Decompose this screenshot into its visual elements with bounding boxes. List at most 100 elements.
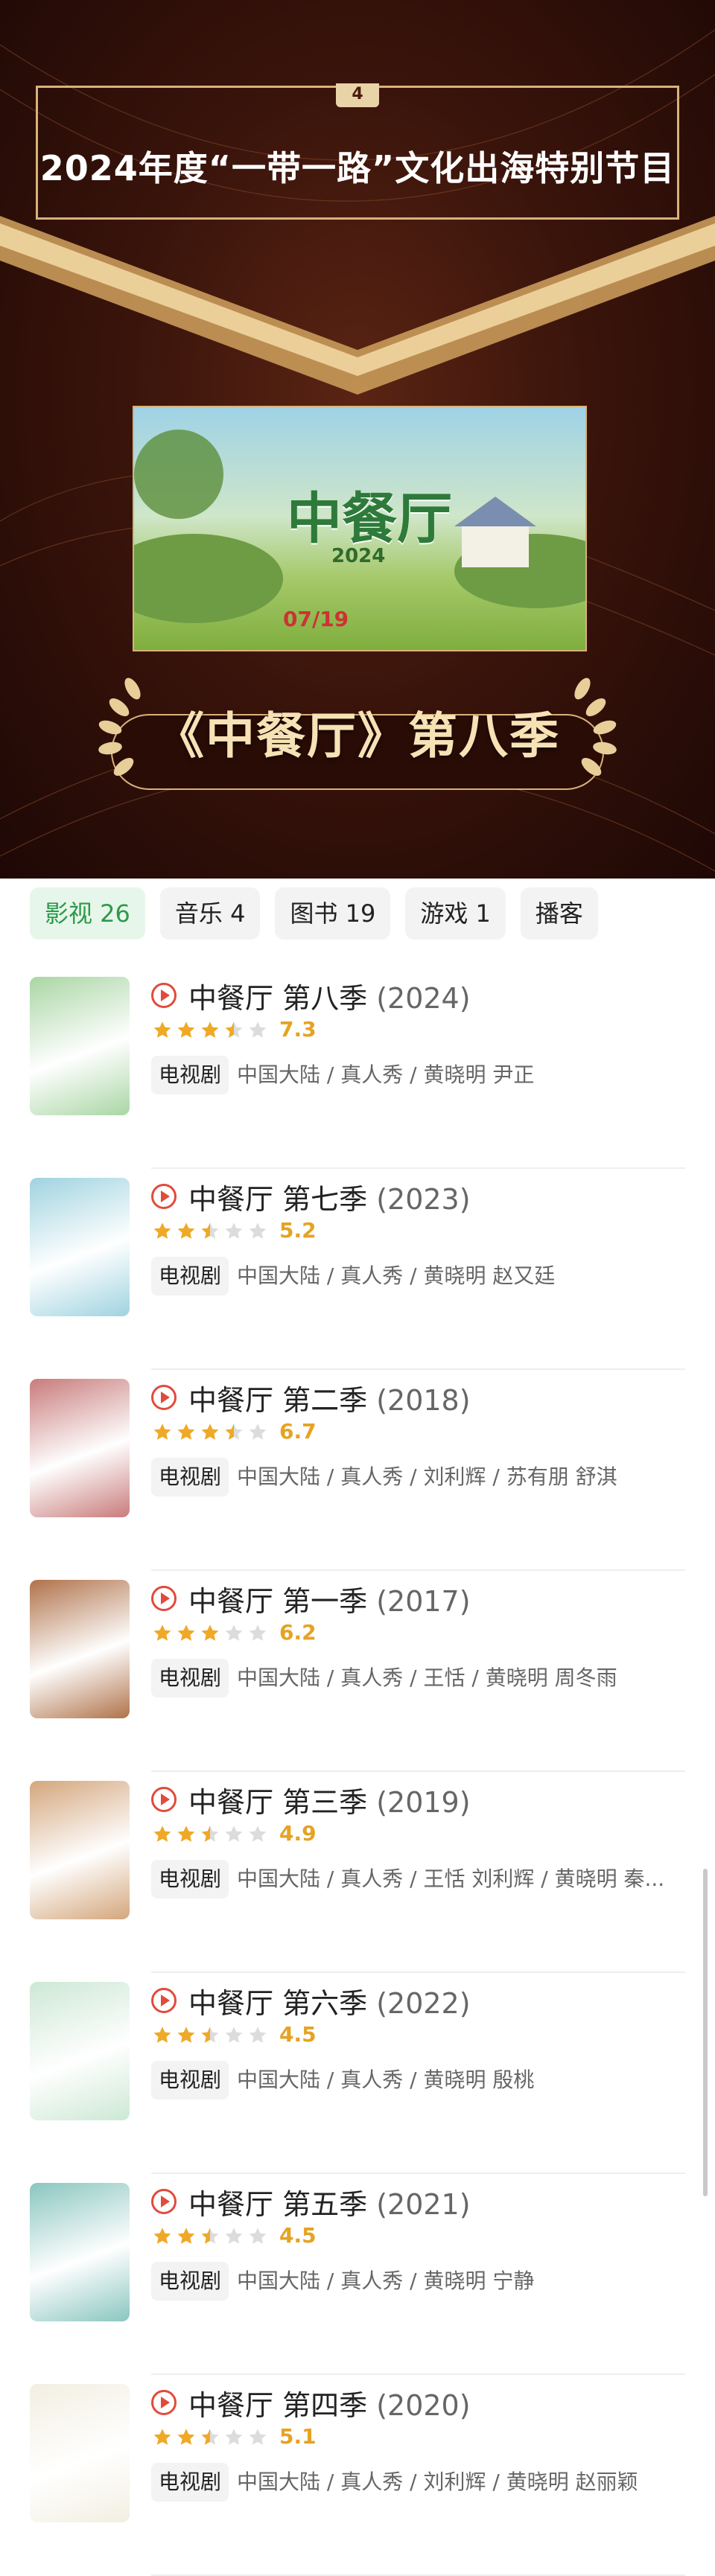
item-title: 中餐厅 第六季 (2022) — [188, 1987, 471, 2020]
list-item[interactable]: 中餐厅 第八季 (2024) 7.3 电视剧 中国大陆 / 真人秀 / 黄晓明 … — [0, 968, 715, 1169]
type-badge: 电视剧 — [151, 1257, 229, 1295]
star-icon — [199, 1824, 221, 1845]
scrollbar[interactable] — [703, 1869, 708, 2196]
type-badge: 电视剧 — [151, 1056, 229, 1094]
star-icon — [223, 2025, 245, 2046]
item-title: 中餐厅 第四季 (2020) — [188, 2389, 471, 2422]
rating-stars — [151, 1020, 270, 1041]
rating-stars — [151, 1623, 270, 1644]
show-title: 《中餐厅》第八季 — [155, 707, 560, 765]
star-icon — [223, 2226, 245, 2247]
star-icon — [151, 1623, 174, 1644]
star-icon — [151, 2226, 174, 2247]
star-icon — [175, 1824, 197, 1845]
show-poster[interactable]: 中餐厅 2024 07/19 — [133, 406, 587, 651]
tab-books[interactable]: 图书 19 — [275, 887, 391, 940]
star-icon — [175, 2025, 197, 2046]
rating-score: 4.5 — [279, 2022, 317, 2047]
cover-image[interactable] — [30, 1781, 130, 1919]
play-icon — [151, 2189, 177, 2214]
item-title: 中餐厅 第二季 (2018) — [188, 1384, 471, 1417]
play-icon — [151, 1184, 177, 1209]
type-badge: 电视剧 — [151, 1860, 229, 1898]
cover-image[interactable] — [30, 1982, 130, 2120]
star-icon — [247, 2427, 269, 2448]
rating-score: 4.9 — [279, 1821, 317, 1846]
poster-year: 2024 — [331, 545, 386, 567]
star-icon — [223, 1020, 245, 1041]
item-meta: 中国大陆 / 真人秀 / 黄晓明 殷桃 — [237, 2068, 535, 2092]
star-icon — [151, 2025, 174, 2046]
poster-logo: 中餐厅 — [287, 487, 452, 551]
cover-image[interactable] — [30, 1379, 130, 1517]
star-icon — [199, 1020, 221, 1041]
item-meta: 中国大陆 / 真人秀 / 王恬 刘利辉 / 黄晓明 秦... — [237, 1866, 665, 1891]
tab-podcasts[interactable]: 播客 — [520, 887, 598, 940]
item-title: 中餐厅 第三季 (2019) — [188, 1786, 471, 1819]
cover-image[interactable] — [30, 1178, 130, 1316]
star-icon — [151, 1221, 174, 1242]
star-icon — [223, 1824, 245, 1845]
rating-score: 5.1 — [279, 2424, 317, 2449]
type-badge: 电视剧 — [151, 1659, 229, 1697]
rating-score: 4.5 — [279, 2223, 317, 2248]
list-item[interactable]: 中餐厅 第二季 (2018) 6.7 电视剧 中国大陆 / 真人秀 / 刘利辉 … — [0, 1370, 715, 1571]
tab-games[interactable]: 游戏 1 — [405, 887, 506, 940]
star-icon — [247, 1422, 269, 1443]
rating-stars — [151, 2025, 270, 2046]
rating-score: 6.2 — [279, 1620, 317, 1645]
star-icon — [199, 1422, 221, 1443]
star-icon — [199, 1221, 221, 1242]
list-item[interactable]: 中餐厅 第一季 (2017) 6.2 电视剧 中国大陆 / 真人秀 / 王恬 /… — [0, 1571, 715, 1772]
star-icon — [175, 1623, 197, 1644]
play-icon — [151, 1385, 177, 1410]
type-badge: 电视剧 — [151, 2262, 229, 2301]
star-icon — [175, 2427, 197, 2448]
tab-movies[interactable]: 影视 26 — [30, 887, 145, 940]
list-item[interactable]: 中餐厅 第五季 (2021) 4.5 电视剧 中国大陆 / 真人秀 / 黄晓明 … — [0, 2174, 715, 2375]
star-icon — [247, 2226, 269, 2247]
list-item[interactable]: 中餐厅 第四季 (2020) 5.1 电视剧 中国大陆 / 真人秀 / 刘利辉 … — [0, 2375, 715, 2576]
rating-score: 5.2 — [279, 1218, 317, 1243]
star-icon — [175, 1422, 197, 1443]
list-item[interactable]: 中餐厅 第七季 (2023) 5.2 电视剧 中国大陆 / 真人秀 / 黄晓明 … — [0, 1169, 715, 1370]
tab-music[interactable]: 音乐 4 — [159, 887, 261, 940]
cover-image[interactable] — [30, 977, 130, 1115]
item-title: 中餐厅 第八季 (2024) — [188, 982, 471, 1015]
star-icon — [151, 1422, 174, 1443]
rating-stars — [151, 2226, 270, 2247]
item-title: 中餐厅 第一季 (2017) — [188, 1585, 471, 1618]
star-icon — [151, 1020, 174, 1041]
rating-stars — [151, 2427, 270, 2448]
rating-stars — [151, 1221, 270, 1242]
type-badge: 电视剧 — [151, 1458, 229, 1496]
rating-stars — [151, 1824, 270, 1845]
poster-date: 07/19 — [283, 607, 349, 631]
play-icon — [151, 1787, 177, 1812]
cover-image[interactable] — [30, 2384, 130, 2522]
star-icon — [151, 2427, 174, 2448]
type-badge: 电视剧 — [151, 2463, 229, 2502]
cover-image[interactable] — [30, 2183, 130, 2321]
list-item[interactable]: 中餐厅 第六季 (2022) 4.5 电视剧 中国大陆 / 真人秀 / 黄晓明 … — [0, 1973, 715, 2174]
star-icon — [247, 1623, 269, 1644]
item-meta: 中国大陆 / 真人秀 / 黄晓明 赵又廷 — [237, 1263, 556, 1288]
list-item[interactable]: 中餐厅 第三季 (2019) 4.9 电视剧 中国大陆 / 真人秀 / 王恬 刘… — [0, 1772, 715, 1973]
star-icon — [247, 1020, 269, 1041]
star-icon — [151, 1824, 174, 1845]
item-title: 中餐厅 第七季 (2023) — [188, 1183, 471, 1216]
star-icon — [223, 2427, 245, 2448]
star-icon — [175, 1020, 197, 1041]
item-meta: 中国大陆 / 真人秀 / 刘利辉 / 苏有朋 舒淇 — [237, 1464, 617, 1489]
category-tabs: 影视 26 音乐 4 图书 19 游戏 1 播客 — [30, 887, 598, 940]
item-title: 中餐厅 第五季 (2021) — [188, 2188, 471, 2221]
cover-image[interactable] — [30, 1580, 130, 1718]
item-meta: 中国大陆 / 真人秀 / 黄晓明 尹正 — [237, 1062, 535, 1087]
play-icon — [151, 1988, 177, 2013]
star-icon — [247, 2025, 269, 2046]
star-icon — [247, 1221, 269, 1242]
promo-banner: 4 2024年度“一带一路”文化出海特别节目 中餐厅 2024 07/19 《中… — [0, 0, 715, 879]
star-icon — [223, 1221, 245, 1242]
star-icon — [175, 1221, 197, 1242]
play-icon — [151, 983, 177, 1008]
